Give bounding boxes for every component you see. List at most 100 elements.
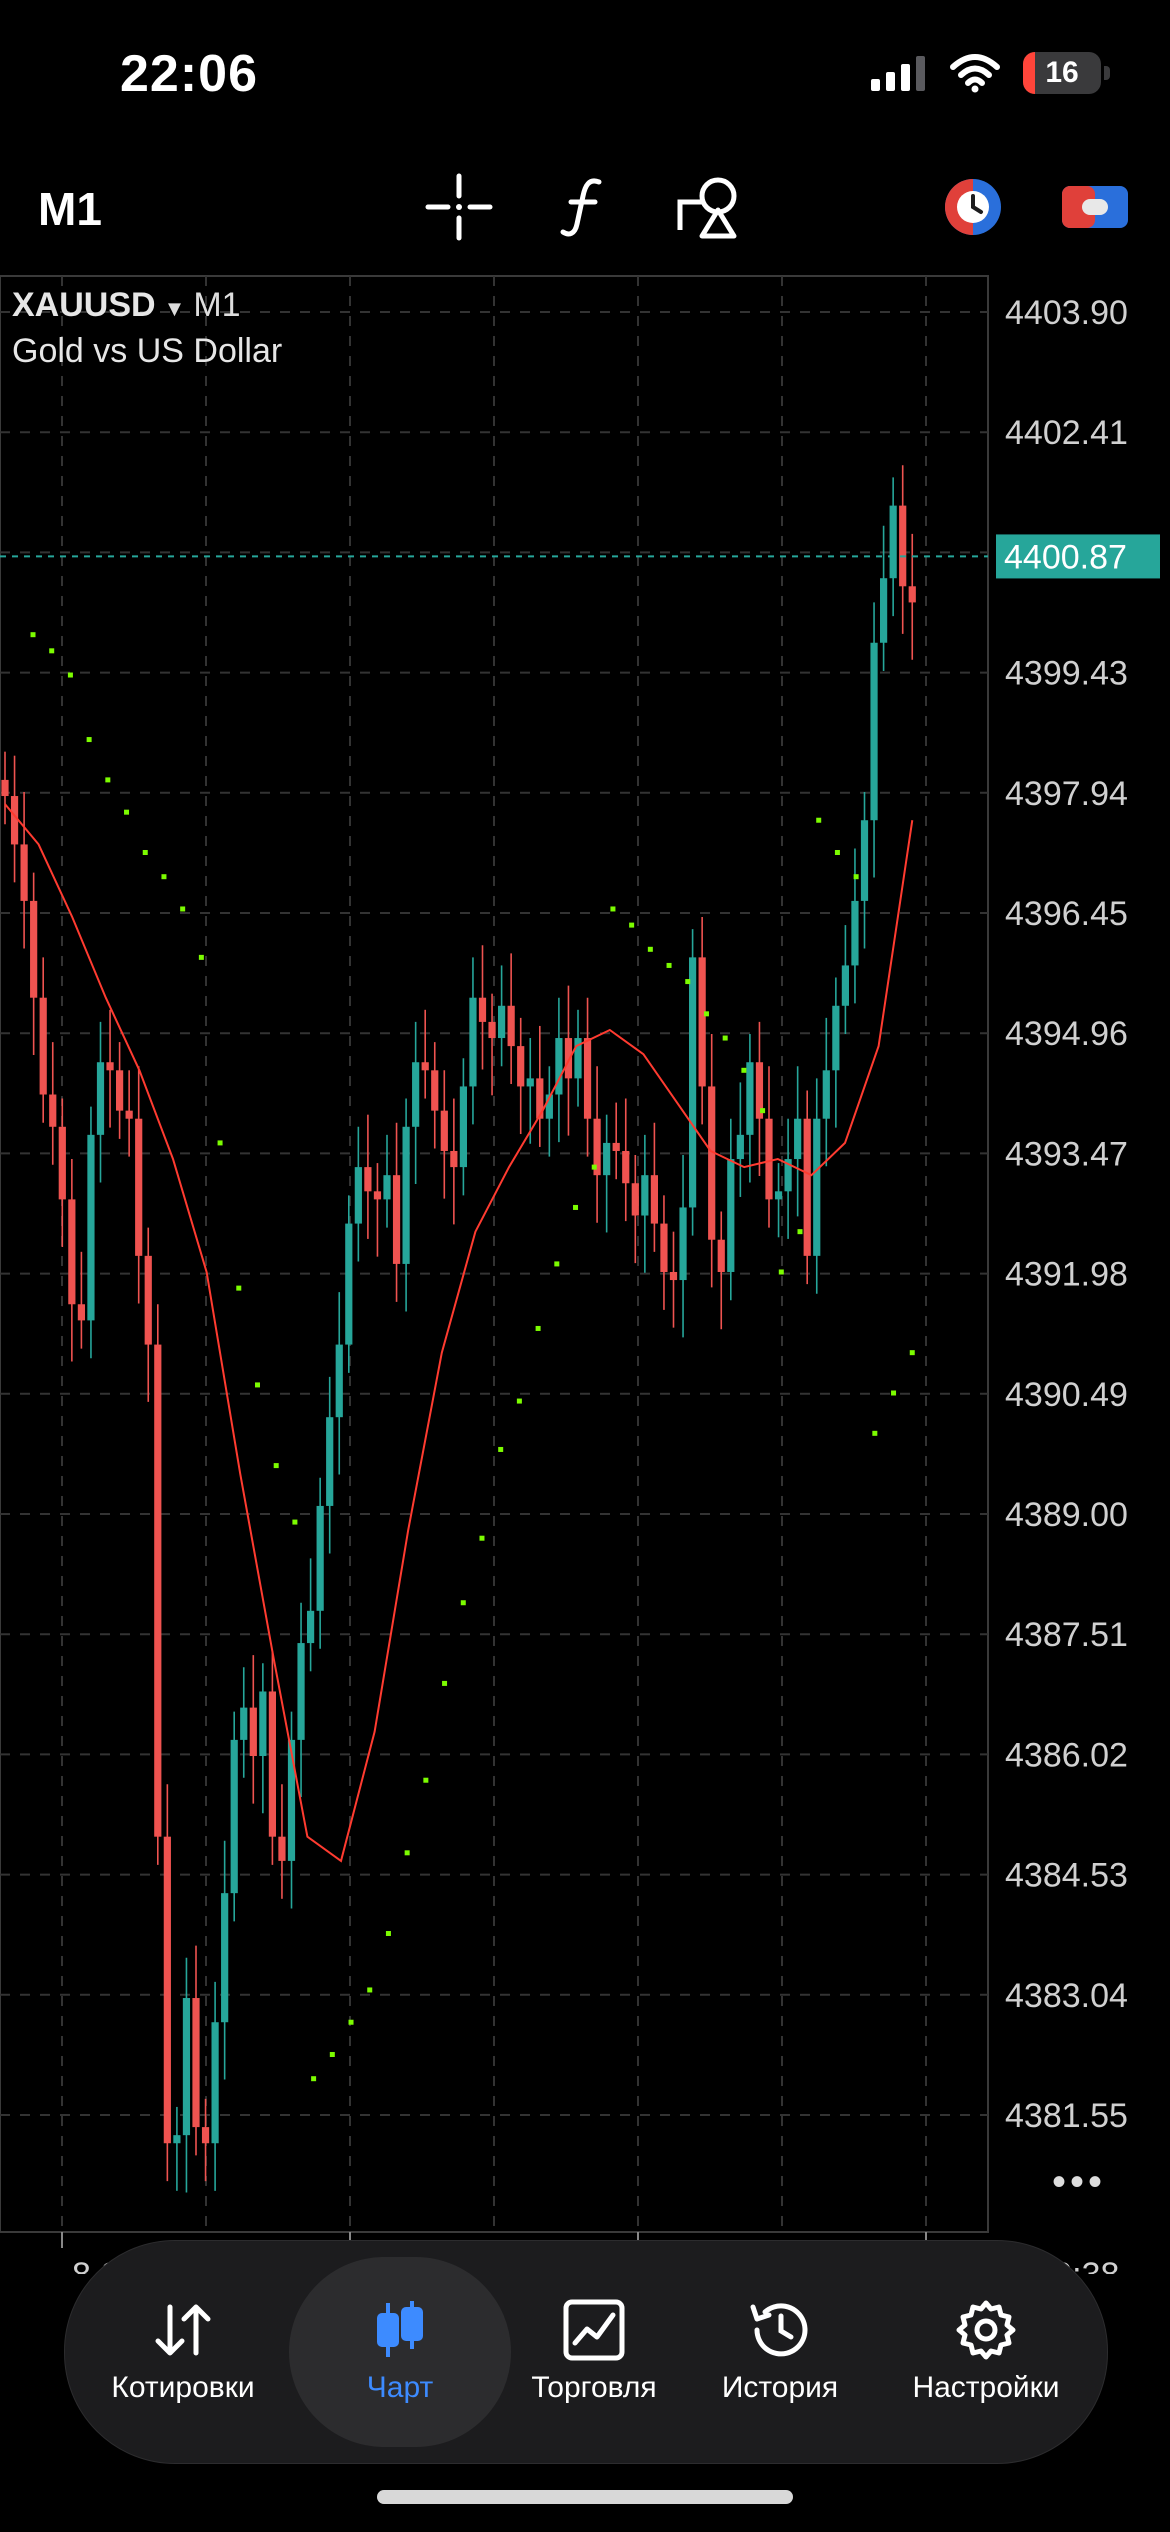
parabolic-sar-dot [124, 809, 130, 815]
y-tick-label: 4389.00 [1005, 1496, 1128, 1534]
moving-average-line [4, 803, 914, 1863]
tab-trade-label: Торговля [531, 2371, 657, 2404]
candle-body [144, 1255, 152, 1345]
parabolic-sar-dot [49, 648, 55, 654]
candle-body [154, 1344, 162, 1837]
candle-body [583, 1038, 592, 1119]
candle-body [889, 505, 897, 579]
candle-body [813, 1118, 821, 1256]
tab-chart[interactable]: Чарт [289, 2241, 511, 2463]
symbol-timeframe: M1 [193, 286, 241, 324]
candle-body [603, 1142, 611, 1176]
candle-body [669, 1271, 678, 1281]
parabolic-sar-dot [909, 1350, 915, 1356]
candle-body [765, 1118, 773, 1200]
tab-history[interactable]: История [687, 2241, 873, 2463]
candle-body [794, 1118, 802, 1160]
candle-body [717, 1239, 725, 1272]
crosshair-icon[interactable] [424, 172, 494, 242]
candle-body [412, 1062, 420, 1127]
candle-body [612, 1142, 620, 1151]
candle-body [20, 844, 28, 901]
candle-body [880, 578, 888, 643]
parabolic-sar-dot [573, 1204, 579, 1210]
y-tick-label: 4397.94 [1005, 775, 1128, 813]
parabolic-sar-dot [161, 874, 167, 880]
tab-settings[interactable]: Настройки [873, 2241, 1099, 2463]
candle-body [163, 1836, 171, 2144]
trade-panel-icon[interactable] [1060, 172, 1130, 242]
tab-quotes-label: Котировки [111, 2371, 255, 2404]
bottom-tab-bar: Котировки Чарт Торговля История Настройк… [64, 2240, 1108, 2464]
candle-body [526, 1078, 534, 1087]
candle-body [631, 1183, 639, 1216]
candle-body [622, 1150, 630, 1184]
y-tick-label: 4383.04 [1005, 1977, 1128, 2015]
candle-body [278, 1836, 286, 1861]
candle-body [49, 1094, 57, 1127]
tab-trade[interactable]: Торговля [501, 2241, 687, 2463]
current-price-label: 4400.87 [1004, 538, 1127, 576]
candle-body [249, 1707, 257, 1757]
y-tick-label: 4402.41 [1005, 414, 1128, 452]
candle-body [335, 1344, 343, 1418]
candle-body [450, 1150, 458, 1168]
y-tick-label: 4381.55 [1005, 2097, 1128, 2135]
chart-canvas[interactable]: 4403.90 4402.41 4399.43 4397.94 4396.45 4394.… [0, 274, 1170, 2274]
candle-body [326, 1417, 334, 1506]
symbol-header[interactable]: XAUUSD ▼ M1 [12, 286, 241, 325]
candle-body [440, 1110, 448, 1151]
candle-body [116, 1070, 124, 1111]
parabolic-sar-dot [554, 1261, 560, 1267]
parabolic-sar-dot [516, 1398, 522, 1404]
candle-body [507, 1005, 515, 1047]
history-icon [750, 2303, 808, 2357]
more-options-icon[interactable]: ••• [1052, 2160, 1106, 2205]
battery-indicator: 16 [1023, 52, 1110, 94]
parabolic-sar-dot [797, 1229, 803, 1235]
parabolic-sar-dot [535, 1325, 541, 1331]
candle-body [708, 1086, 716, 1240]
candle-body [230, 1739, 238, 1894]
candle-body [182, 1998, 191, 2136]
one-click-trading-icon[interactable] [938, 172, 1008, 242]
parabolic-sar-dot [685, 979, 691, 985]
parabolic-sar-dot [423, 1777, 429, 1783]
symbol-dropdown-icon[interactable]: ▼ [164, 296, 186, 321]
candle-body [87, 1134, 95, 1321]
candle-body [517, 1046, 525, 1087]
parabolic-sar-dot [629, 922, 635, 928]
y-tick-label: 4399.43 [1005, 655, 1128, 693]
y-tick-label: 4396.45 [1005, 895, 1128, 933]
candle-body [345, 1223, 353, 1345]
candle-body [870, 642, 878, 821]
candle-body [459, 1086, 467, 1168]
candle-body [383, 1175, 391, 1200]
tab-quotes[interactable]: Котировки [65, 2241, 301, 2463]
candle-body [240, 1707, 248, 1740]
indicators-icon[interactable] [549, 172, 619, 242]
candle-body [469, 997, 477, 1087]
parabolic-sar-dot [872, 1430, 878, 1436]
timeframe-button[interactable]: M1 [38, 182, 102, 236]
parabolic-sar-dot [760, 1108, 766, 1114]
parabolic-sar-dot [834, 849, 840, 855]
parabolic-sar-dot [198, 954, 204, 960]
price-chart[interactable]: 4403.90 4402.41 4399.43 4397.94 4396.45 4394.… [0, 274, 1170, 2274]
parabolic-sar-dot [666, 962, 672, 968]
candle-body [488, 1021, 496, 1039]
candle-body [727, 1159, 735, 1272]
candle-body [96, 1062, 105, 1135]
candle-body [221, 1893, 229, 2023]
objects-icon[interactable] [674, 172, 744, 242]
candle-body [201, 2127, 210, 2144]
parabolic-sar-dot [254, 1382, 260, 1388]
parabolic-sar-dot [647, 946, 653, 952]
tab-settings-label: Настройки [912, 2371, 1060, 2404]
candle-body [135, 1118, 143, 1256]
y-tick-label: 4393.47 [1005, 1135, 1128, 1173]
parabolic-sar-dot [722, 1035, 728, 1041]
parabolic-sar-dot [853, 874, 859, 880]
candle-body [58, 1126, 66, 1200]
candle-body [746, 1062, 754, 1135]
